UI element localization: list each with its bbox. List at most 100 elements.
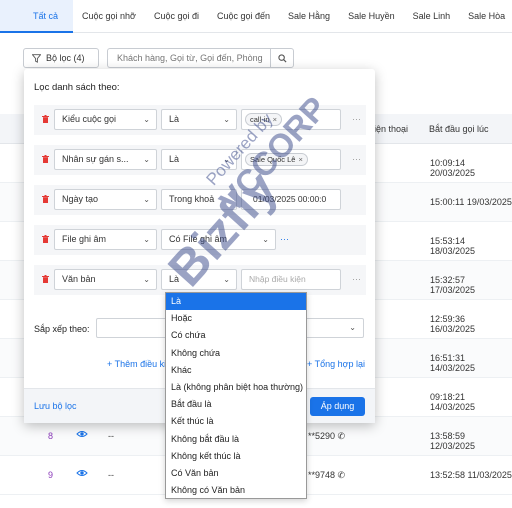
save-filter-link[interactable]: Lưu bộ lọc (34, 401, 77, 411)
dropdown-option[interactable]: Không có Văn bản (166, 482, 306, 499)
start-time-cell: 09:18:21 14/03/2025 (430, 392, 476, 412)
tab-outgoing-calls[interactable]: Cuộc gọi đi (145, 0, 208, 33)
filter-condition-row: Kiểu cuộc gọi ⌄ Là ⌄ call-in × ··· (34, 105, 366, 135)
filter-button[interactable]: Bộ lọc (4) (23, 48, 99, 68)
eye-icon[interactable] (76, 468, 88, 478)
phone-icon[interactable]: ✆ (338, 431, 346, 441)
operator-select[interactable]: Là ⌄ (161, 269, 237, 290)
operator-select[interactable]: Là ⌄ (161, 149, 237, 170)
tab-bar: Tất cả Cuộc gọi nhỡ Cuộc gọi đi Cuộc gọi… (0, 0, 512, 33)
filter-icon (32, 53, 41, 63)
more-icon[interactable]: ··· (352, 154, 361, 164)
field-select[interactable]: File ghi âm ⌄ (54, 229, 157, 250)
row-phone-cell: **5290 ✆ (308, 431, 345, 442)
operator-select-value: Là (169, 274, 180, 284)
operator-dropdown: Là Hoặc Có chứa Không chứa Khác Là (khôn… (165, 292, 307, 499)
field-select[interactable]: Ngày tạo ⌄ (54, 189, 157, 210)
close-icon[interactable]: × (273, 115, 277, 124)
search-button[interactable] (270, 48, 294, 68)
filter-button-label: Bộ lọc (4) (46, 53, 85, 63)
operator-select[interactable]: Là ⌄ (161, 109, 237, 130)
tab-sale-hang[interactable]: Sale Hằng (279, 0, 339, 33)
dropdown-option[interactable]: Không bắt đầu là (166, 431, 306, 448)
dropdown-option[interactable]: Không chứa (166, 345, 306, 362)
value-input[interactable]: call-in × (241, 109, 341, 130)
chevron-down-icon: ⌄ (223, 155, 230, 164)
trash-icon[interactable] (42, 235, 49, 243)
trash-icon[interactable] (42, 275, 49, 283)
row-number: 8 (48, 431, 54, 441)
value-input[interactable]: Sale Quốc Lê × (241, 149, 341, 170)
tab-sale-hoa[interactable]: Sale Hòa (459, 0, 512, 33)
row-cell: -- (108, 431, 114, 441)
filter-condition-row: Nhân sự gán s... ⌄ Là ⌄ Sale Quốc Lê × ··· (34, 145, 366, 175)
dropdown-option[interactable]: Là (không phân biệt hoa thường) (166, 379, 306, 396)
chevron-down-icon: ⌄ (143, 195, 150, 204)
filter-condition-row: File ghi âm ⌄ Có File ghi âm ⌄ ··· (34, 225, 366, 255)
dropdown-option[interactable]: Bắt đầu là (166, 396, 306, 413)
chevron-down-icon: ⌄ (223, 275, 230, 284)
tab-sale-huyen[interactable]: Sale Huyền (339, 0, 404, 33)
value-tag-label: Sale Quốc Lê (250, 155, 296, 164)
condition-input[interactable]: Nhập điều kiện (241, 269, 341, 290)
tab-missed-calls[interactable]: Cuộc gọi nhỡ (73, 0, 145, 33)
dropdown-option[interactable]: Kết thúc là (166, 413, 306, 430)
chevron-down-icon: ⌄ (349, 323, 356, 332)
dropdown-option[interactable]: Là (166, 293, 306, 311)
field-select-value: File ghi âm (62, 234, 107, 244)
row-cell: -- (108, 470, 114, 480)
trash-icon[interactable] (42, 155, 49, 163)
field-select-value: Văn bản (62, 274, 96, 284)
eye-icon[interactable] (76, 429, 88, 439)
more-icon[interactable]: ··· (280, 234, 289, 244)
field-select-value: Kiểu cuộc gọi (62, 114, 117, 124)
dropdown-option[interactable]: Có Văn bản (166, 465, 306, 482)
operator-select-value: Có File ghi âm (169, 234, 228, 244)
app-frame: Tất cả Cuộc gọi nhỡ Cuộc gọi đi Cuộc gọi… (0, 0, 512, 508)
start-time-cell: 13:58:59 12/03/2025 (430, 431, 476, 451)
date-range-value: 01/03/2025 00:00:0 (253, 194, 327, 204)
chevron-down-icon: ⌄ (143, 155, 150, 164)
tab-incoming-calls[interactable]: Cuộc gọi đến (208, 0, 279, 33)
trash-icon[interactable] (42, 115, 49, 123)
date-range-input[interactable]: 01/03/2025 00:00:0 (241, 189, 341, 210)
more-icon[interactable]: ··· (352, 114, 361, 124)
phone-icon[interactable]: ✆ (338, 470, 346, 480)
operator-select[interactable]: Có File ghi âm ⌄ (161, 229, 276, 250)
more-icon[interactable]: ··· (352, 274, 361, 284)
tab-all[interactable]: Tất cả (0, 0, 74, 33)
operator-select[interactable]: Trong khoả (161, 189, 237, 210)
field-select[interactable]: Văn bản ⌄ (54, 269, 157, 290)
start-time-cell: 15:53:14 18/03/2025 (430, 236, 476, 256)
column-header-phone: iện thoại (374, 124, 409, 134)
column-header-start-time: Bắt đầu gọi lúc (429, 124, 489, 134)
filter-condition-row: Văn bản ⌄ Là ⌄ Nhập điều kiện ··· (34, 265, 366, 295)
start-time-cell: 16:51:31 14/03/2025 (430, 353, 476, 373)
field-select[interactable]: Nhân sự gán s... ⌄ (54, 149, 157, 170)
start-time-cell: 15:32:57 17/03/2025 (430, 275, 476, 295)
field-select-value: Nhân sự gán s... (62, 154, 129, 164)
dropdown-option[interactable]: Có chứa (166, 327, 306, 344)
start-time-cell: 15:00:11 19/03/2025 (430, 197, 512, 207)
start-time-cell: 13:52:58 11/03/2025 (430, 470, 512, 480)
close-icon[interactable]: × (298, 155, 302, 164)
tab-sale-linh[interactable]: Sale Linh (404, 0, 460, 33)
phone-number: **9748 (308, 470, 336, 480)
search-input[interactable] (107, 48, 271, 68)
start-time-cell: 12:59:36 16/03/2025 (430, 314, 476, 334)
field-select[interactable]: Kiểu cuộc gọi ⌄ (54, 109, 157, 130)
condition-input-placeholder: Nhập điều kiện (249, 274, 306, 284)
dropdown-option[interactable]: Hoặc (166, 310, 306, 327)
operator-select-value: Trong khoả (169, 194, 215, 204)
search-icon (277, 53, 287, 63)
dropdown-option[interactable]: Khác (166, 362, 306, 379)
chevron-down-icon: ⌄ (143, 235, 150, 244)
field-select-value: Ngày tạo (62, 194, 99, 204)
trash-icon[interactable] (42, 195, 49, 203)
dropdown-option[interactable]: Không kết thúc là (166, 448, 306, 465)
row-number: 9 (48, 470, 54, 480)
apply-button[interactable]: Áp dụng (310, 397, 365, 416)
chevron-down-icon: ⌄ (262, 235, 269, 244)
add-condition-link[interactable]: + Thêm điều ki (107, 359, 166, 369)
aggregate-link[interactable]: + Tổng hợp lại (307, 359, 365, 369)
